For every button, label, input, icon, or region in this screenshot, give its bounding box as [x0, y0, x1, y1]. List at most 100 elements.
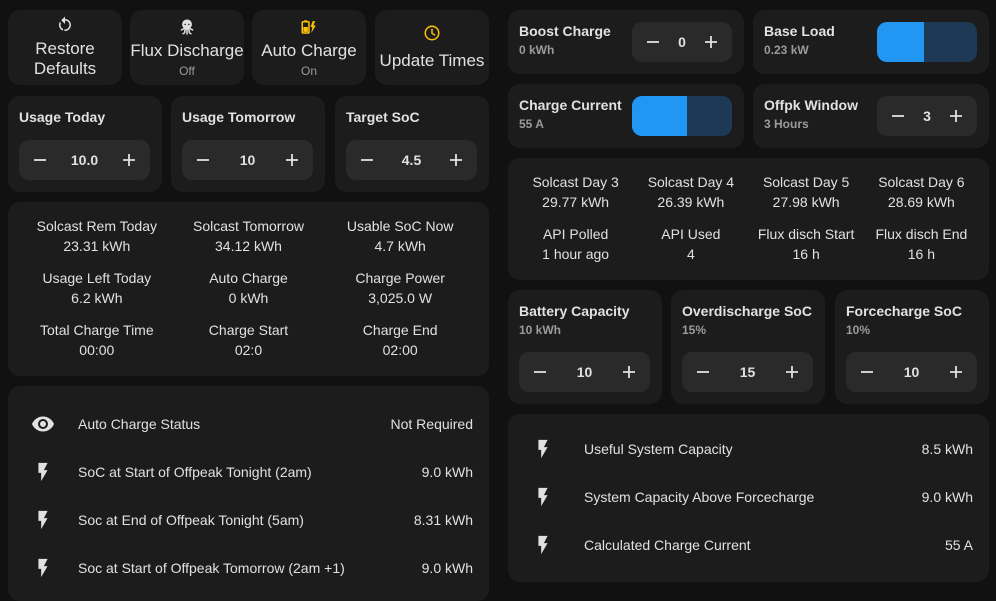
- plus-icon[interactable]: [944, 104, 968, 128]
- charge-current-title: Charge Current: [519, 97, 622, 113]
- entity-row-system-capacity-above-forcecharge[interactable]: System Capacity Above Forcecharge 9.0 kW…: [508, 473, 989, 521]
- entity-value: 8.31 kWh: [413, 512, 473, 528]
- base-load-sub: 0.23 kW: [764, 43, 809, 57]
- minus-icon[interactable]: [691, 360, 715, 384]
- minus-icon[interactable]: [28, 148, 52, 172]
- plus-icon[interactable]: [944, 360, 968, 384]
- flash-icon: [528, 486, 558, 508]
- minus-icon[interactable]: [886, 104, 910, 128]
- stat-value: 4.7 kWh: [374, 238, 426, 254]
- stat-label: Usage Left Today: [42, 270, 152, 286]
- stat-value: 16 h: [907, 246, 935, 262]
- entity-row-soc-start-offpeak-tomorrow[interactable]: Soc at Start of Offpeak Tomorrow (2am +1…: [8, 544, 489, 592]
- stat-total-charge-time: Total Charge Time 00:00: [21, 320, 173, 360]
- stat-flux-disch-end: Flux disch End 16 h: [864, 224, 979, 264]
- target-soc-stepper[interactable]: 4.5: [346, 140, 477, 180]
- stat-solcast-day-3: Solcast Day 3 29.77 kWh: [518, 172, 633, 212]
- minus-icon[interactable]: [855, 360, 879, 384]
- forcecharge-soc-title: Forcecharge SoC: [846, 303, 962, 319]
- entities-card-right: Useful System Capacity 8.5 kWh System Ca…: [508, 414, 989, 582]
- minus-icon[interactable]: [355, 148, 379, 172]
- stat-value: 16 h: [792, 246, 820, 262]
- base-load-card: Base Load 0.23 kW: [753, 10, 989, 74]
- stat-value: 1 hour ago: [542, 246, 610, 262]
- flux-discharge-button[interactable]: Flux Discharge Off: [130, 10, 244, 85]
- entity-row-soc-start-offpeak-tonight[interactable]: SoC at Start of Offpeak Tonight (2am) 9.…: [8, 448, 489, 496]
- entities-card-left: Auto Charge Status Not Required SoC at S…: [8, 386, 489, 601]
- plus-icon[interactable]: [699, 30, 723, 54]
- auto-charge-state: On: [300, 63, 317, 78]
- charge-current-sub: 55 A: [519, 117, 544, 131]
- minus-icon[interactable]: [528, 360, 552, 384]
- entity-value: 9.0 kWh: [421, 560, 473, 576]
- stats-grid-left-cells: Solcast Rem Today 23.31 kWh Solcast Tomor…: [21, 216, 476, 360]
- stat-value: 28.69 kWh: [887, 194, 955, 210]
- stat-auto-charge: Auto Charge 0 kWh: [173, 268, 325, 308]
- stat-label: Solcast Day 4: [647, 174, 735, 190]
- plus-icon[interactable]: [117, 148, 141, 172]
- update-times-button[interactable]: Update Times: [375, 10, 489, 85]
- entity-value: 9.0 kWh: [421, 464, 473, 480]
- offpk-window-stepper[interactable]: 3: [877, 96, 977, 136]
- usage-today-card: Usage Today 10.0: [8, 96, 162, 192]
- forcecharge-soc-value: 10: [903, 364, 920, 380]
- restore-defaults-button[interactable]: Restore Defaults: [8, 10, 122, 85]
- stat-solcast-tomorrow: Solcast Tomorrow 34.12 kWh: [173, 216, 325, 256]
- restore-defaults-label: Restore Defaults: [33, 39, 97, 78]
- plus-icon[interactable]: [780, 360, 804, 384]
- stat-label: Solcast Tomorrow: [192, 218, 304, 234]
- entity-row-soc-end-offpeak-tonight[interactable]: Soc at End of Offpeak Tonight (5am) 8.31…: [8, 496, 489, 544]
- plus-icon[interactable]: [280, 148, 304, 172]
- eye-icon: [28, 412, 58, 436]
- charge-current-slider[interactable]: [632, 96, 732, 136]
- entity-row-calculated-charge-current[interactable]: Calculated Charge Current 55 A: [508, 521, 989, 569]
- usage-tomorrow-card: Usage Tomorrow 10: [171, 96, 325, 192]
- entity-value: 9.0 kWh: [921, 489, 973, 505]
- stat-label: Charge End: [362, 322, 438, 338]
- plus-icon[interactable]: [617, 360, 641, 384]
- stat-value: 6.2 kWh: [71, 290, 123, 306]
- clock-icon: [423, 24, 441, 42]
- stat-value: 26.39 kWh: [657, 194, 725, 210]
- forcecharge-soc-card: Forcecharge SoC 10% 10: [835, 290, 989, 404]
- battery-capacity-stepper[interactable]: 10: [519, 352, 650, 392]
- stat-value: 29.77 kWh: [542, 194, 610, 210]
- stat-api-used: API Used 4: [633, 224, 748, 264]
- stat-label: Charge Start: [208, 322, 289, 338]
- stat-label: API Polled: [542, 226, 609, 242]
- entity-name: Soc at Start of Offpeak Tomorrow (2am +1…: [78, 560, 345, 576]
- stat-label: Flux disch Start: [757, 226, 855, 242]
- stat-label: Charge Power: [355, 270, 445, 286]
- boost-charge-card: Boost Charge 0 kWh 0: [508, 10, 744, 74]
- base-load-slider[interactable]: [877, 22, 977, 62]
- base-load-slider-fill: [877, 22, 924, 62]
- forcecharge-soc-stepper[interactable]: 10: [846, 352, 977, 392]
- auto-charge-button[interactable]: Auto Charge On: [252, 10, 366, 85]
- overdischarge-soc-stepper[interactable]: 15: [682, 352, 813, 392]
- stat-value: 4: [686, 246, 695, 262]
- stat-usable-soc-now: Usable SoC Now 4.7 kWh: [324, 216, 476, 256]
- entity-name: Soc at End of Offpeak Tonight (5am): [78, 512, 304, 528]
- usage-tomorrow-stepper[interactable]: 10: [182, 140, 313, 180]
- stat-label: Solcast Day 5: [762, 174, 850, 190]
- boost-charge-stepper[interactable]: 0: [632, 22, 732, 62]
- minus-icon[interactable]: [641, 30, 665, 54]
- usage-today-stepper[interactable]: 10.0: [19, 140, 150, 180]
- offpk-window-sub: 3 Hours: [764, 117, 809, 131]
- overdischarge-soc-title: Overdischarge SoC: [682, 303, 812, 319]
- entity-row-useful-system-capacity[interactable]: Useful System Capacity 8.5 kWh: [508, 425, 989, 473]
- stat-charge-end: Charge End 02:00: [324, 320, 476, 360]
- stat-value: 02:00: [382, 342, 418, 358]
- usage-today-value: 10.0: [70, 152, 99, 168]
- entity-row-auto-charge-status[interactable]: Auto Charge Status Not Required: [8, 400, 489, 448]
- flash-icon: [28, 557, 58, 579]
- entity-name: Calculated Charge Current: [584, 537, 751, 553]
- stat-label: Solcast Rem Today: [36, 218, 157, 234]
- stat-label: Solcast Day 3: [532, 174, 619, 190]
- boost-charge-value: 0: [678, 34, 686, 50]
- minus-icon[interactable]: [191, 148, 215, 172]
- entity-value: 8.5 kWh: [921, 441, 973, 457]
- battery-charging-icon: [300, 18, 318, 36]
- plus-icon[interactable]: [444, 148, 468, 172]
- target-soc-value: 4.5: [401, 152, 422, 168]
